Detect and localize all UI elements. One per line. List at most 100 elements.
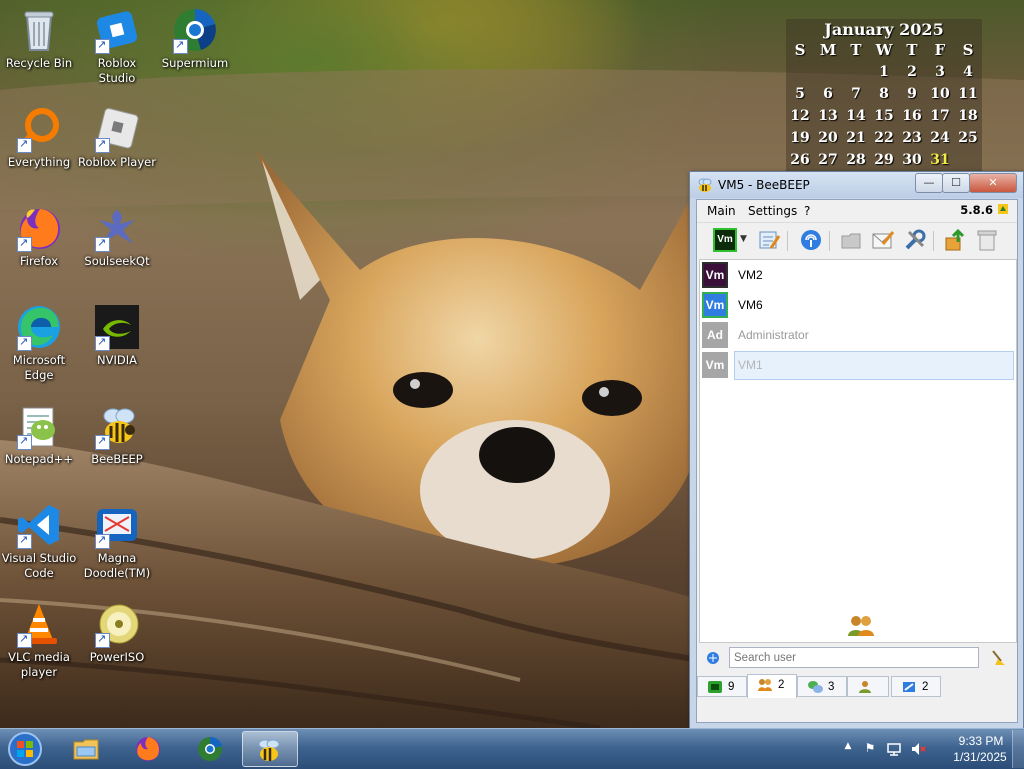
vscode-icon — [15, 501, 63, 549]
write-message-icon[interactable] — [871, 228, 895, 252]
volume-muted-icon[interactable] — [910, 741, 926, 757]
window-title-bar[interactable]: VM5 - BeeBEEP — ☐ ✕ — [690, 172, 1023, 198]
calendar-weekday: F — [934, 41, 946, 59]
user-name: Administrator — [738, 328, 809, 342]
menu-help[interactable]: ? — [804, 204, 810, 218]
calendar-day: 16 — [902, 108, 922, 124]
bottom-tab-bar: 9 2 3 2 — [697, 674, 1017, 700]
user-row[interactable]: Vm VM2 — [700, 261, 1016, 289]
calendar-day: 17 — [930, 108, 950, 124]
calendar-day: 13 — [818, 108, 838, 124]
calendar-weekday: S — [794, 41, 806, 59]
desktop-icon-label: VLC media player — [8, 650, 70, 679]
share-upload-icon[interactable] — [943, 228, 967, 252]
user-avatar: Vm — [702, 292, 728, 318]
taskbar-explorer[interactable] — [60, 731, 112, 767]
roblox-studio-icon — [93, 6, 141, 54]
beebeep-icon — [698, 178, 712, 192]
desktop-icon-everything[interactable]: Everything — [0, 105, 78, 170]
desktop-icon-nvidia[interactable]: NVIDIA — [78, 303, 156, 368]
desktop-icon-beebeep[interactable]: BeeBEEP — [78, 402, 156, 467]
calendar-day-today: 31 — [930, 152, 950, 168]
calendar-day: 21 — [846, 130, 866, 146]
desktop-icon-soulseekqt[interactable]: SoulseekQt — [78, 204, 156, 269]
shortcut-arrow-icon — [95, 37, 110, 54]
menu-settings[interactable]: Settings — [748, 204, 797, 218]
clear-search-icon[interactable] — [989, 649, 1007, 667]
desktop-icon-label: Magna Doodle(TM) — [83, 551, 151, 580]
explorer-icon — [73, 739, 99, 760]
shortcut-arrow-icon — [17, 136, 32, 153]
desktop-icon-vscode[interactable]: Visual Studio Code — [0, 501, 78, 581]
network-icon[interactable] — [799, 228, 823, 252]
calendar-gadget[interactable]: January 2025 S M T W T F S 1 2 3 4 5 6 7… — [786, 19, 982, 171]
desktop-icon-notepadpp[interactable]: Notepad++ — [0, 402, 78, 467]
user-row[interactable]: Ad Administrator — [700, 321, 1016, 349]
calendar-day: 4 — [963, 64, 973, 80]
calendar-weekday: M — [819, 41, 837, 59]
desktop-icon-supermium[interactable]: Supermium — [156, 6, 234, 71]
start-button[interactable] — [6, 731, 44, 767]
everything-icon — [15, 105, 63, 153]
calendar-day: 28 — [846, 152, 866, 168]
maximize-button[interactable]: ☐ — [942, 173, 970, 193]
tab-chats[interactable]: 3 — [797, 676, 847, 697]
desktop-icon-poweriso[interactable]: PowerISO — [78, 600, 156, 665]
user-list: Vm VM2 Vm VM6 Ad Administrator Vm VM1 — [699, 259, 1017, 643]
calendar-day: 10 — [930, 86, 950, 102]
calendar-day: 14 — [846, 108, 866, 124]
desktop-icon-vlc[interactable]: VLC media player — [0, 600, 78, 680]
desktop-icon-label: Visual Studio Code — [1, 551, 77, 580]
network-tray-icon[interactable] — [886, 741, 902, 757]
desktop-icon-microsoft-edge[interactable]: Microsoft Edge — [0, 303, 78, 383]
shortcut-arrow-icon — [17, 433, 32, 450]
desktop-icon-firefox[interactable]: Firefox — [0, 204, 78, 269]
calendar-day: 6 — [823, 86, 833, 102]
chats-tab-icon — [808, 681, 823, 693]
action-center-flag-icon[interactable]: ⚑ — [862, 741, 878, 757]
desktop-icon-recycle-bin[interactable]: Recycle Bin — [0, 6, 78, 71]
clock-date[interactable]: 1/31/2025 — [940, 750, 1020, 764]
tab-shares[interactable]: 2 — [891, 676, 941, 697]
taskbar-beebeep[interactable] — [242, 731, 298, 767]
desktop-icon-magna-doodle[interactable]: Magna Doodle(TM) — [78, 501, 156, 581]
minimize-button[interactable]: — — [915, 173, 943, 193]
calendar-day: 9 — [907, 86, 917, 102]
edit-profile-icon[interactable] — [757, 228, 781, 252]
tools-icon[interactable] — [903, 228, 927, 252]
status-button[interactable]: Vm ▼ — [713, 228, 749, 252]
firefox-icon — [15, 204, 63, 252]
calendar-day: 15 — [874, 108, 894, 124]
shortcut-arrow-icon — [17, 334, 32, 351]
tab-groups[interactable]: 2 — [747, 674, 797, 698]
firefox-icon — [136, 737, 160, 761]
search-row — [697, 646, 1017, 672]
show-desktop-button[interactable] — [1012, 730, 1024, 768]
menu-bar: Main Settings ? 5.8.6 — [697, 200, 1017, 222]
shortcut-arrow-icon — [95, 631, 110, 648]
user-row-selected[interactable]: Vm VM1 — [700, 351, 1016, 380]
clock-time[interactable]: 9:33 PM — [946, 734, 1016, 748]
tab-count: 2 — [922, 681, 929, 693]
tab-users[interactable]: 9 — [697, 676, 747, 697]
folder-icon[interactable] — [839, 228, 863, 252]
calendar-day: 19 — [790, 130, 810, 146]
search-options-icon[interactable] — [705, 650, 721, 666]
show-hidden-icons-icon[interactable]: ▲ — [840, 741, 856, 757]
trash-icon[interactable] — [975, 228, 999, 252]
recycle-bin-icon — [15, 6, 63, 54]
tab-members[interactable] — [847, 676, 889, 697]
calendar-day — [842, 61, 870, 83]
search-user-input[interactable] — [729, 647, 979, 668]
shares-tab-icon — [903, 682, 915, 692]
calendar-day: 5 — [795, 86, 805, 102]
taskbar-supermium[interactable] — [184, 731, 236, 767]
close-button[interactable]: ✕ — [969, 173, 1017, 193]
menu-main[interactable]: Main — [707, 204, 736, 218]
taskbar-firefox[interactable] — [122, 731, 174, 767]
desktop-icon-roblox-player[interactable]: Roblox Player — [78, 105, 156, 170]
user-row[interactable]: Vm VM6 — [700, 291, 1016, 319]
calendar-day: 12 — [790, 108, 810, 124]
desktop-icon-roblox-studio[interactable]: Roblox Studio — [78, 6, 156, 86]
taskbar: ▲ ⚑ 9:33 PM 1/31/2025 — [0, 728, 1024, 769]
